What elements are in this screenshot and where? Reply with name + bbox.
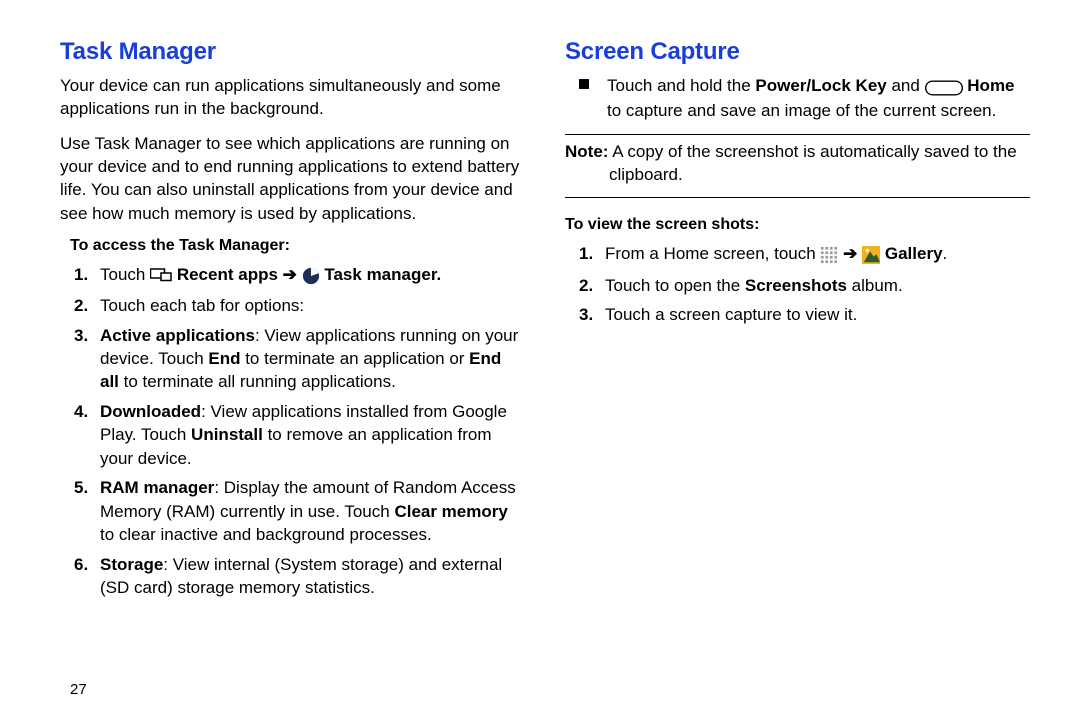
label-home: Home [967,76,1014,95]
label-power-lock: Power/Lock Key [755,76,886,95]
recent-apps-icon [150,265,172,288]
label-active-applications: Active applications [100,326,255,345]
note-block: Note: A copy of the screenshot is automa… [565,134,1030,198]
note-text-line2: clipboard. [565,164,1030,187]
label-screenshots: Screenshots [745,276,847,295]
ss-step-3: Touch a screen capture to view it. [579,303,1030,326]
text-task-manager: Task manager. [324,265,441,284]
text-recent-apps: Recent apps [177,265,283,284]
label-gallery: Gallery [885,244,943,263]
label-end: End [208,349,240,368]
tm-step-3: Active applications: View applications r… [74,324,520,394]
left-column: Task Manager Your device can run applica… [60,38,545,720]
note-label: Note: [565,142,608,161]
label-storage: Storage [100,555,163,574]
screen-capture-instruction: Touch and hold the Power/Lock Key and Ho… [577,74,1030,122]
label-downloaded: Downloaded [100,402,201,421]
ss-step-2: Touch to open the Screenshots album. [579,274,1030,297]
arrow-icon: ➔ [283,265,297,284]
home-button-icon [925,76,963,99]
tm-step-2: Touch each tab for options: [74,294,520,317]
task-manager-intro-2: Use Task Manager to see which applicatio… [60,132,520,224]
note-text-line1: A copy of the screenshot is automaticall… [608,142,1016,161]
label-ram-manager: RAM manager [100,478,214,497]
manual-page: Task Manager Your device can run applica… [0,0,1080,720]
label-clear-memory: Clear memory [394,502,507,521]
tm-step-5: RAM manager: Display the amount of Rando… [74,476,520,546]
tm-step-1: Touch Recent apps ➔ Task manager. [74,263,520,288]
pie-chart-icon [302,265,320,288]
ss-step-1: From a Home screen, touch ➔ [579,242,1030,267]
tm-step-6: Storage: View internal (System storage) … [74,553,520,600]
gallery-icon [862,244,880,267]
screen-capture-heading: Screen Capture [565,38,1030,66]
page-number: 27 [70,681,87,698]
right-column: Screen Capture Touch and hold the Power/… [545,38,1030,720]
text-touch: Touch [100,265,150,284]
view-screenshots-subheading: To view the screen shots: [565,216,1030,234]
label-uninstall: Uninstall [191,425,263,444]
tm-step-4: Downloaded: View applications installed … [74,400,520,470]
task-manager-heading: Task Manager [60,38,520,66]
apps-grid-icon [820,244,838,267]
task-manager-intro-1: Your device can run applications simulta… [60,74,520,120]
arrow-icon: ➔ [843,244,857,263]
access-task-manager-subheading: To access the Task Manager: [70,237,520,255]
